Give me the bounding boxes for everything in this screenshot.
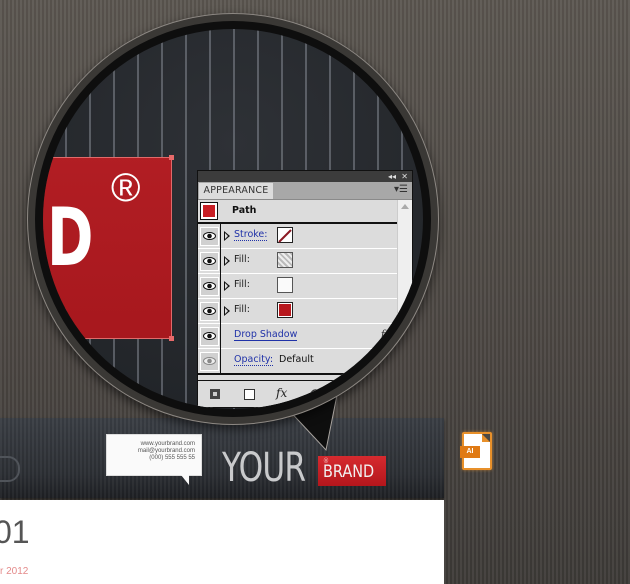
expand-triangle-icon[interactable]	[224, 306, 230, 316]
eye-icon	[203, 232, 216, 240]
file-fold	[482, 434, 490, 442]
clear-appearance-icon[interactable]	[310, 389, 321, 400]
drop-shadow-row[interactable]: Drop Shadow fx	[198, 324, 397, 349]
fill-row[interactable]: Fill:	[198, 274, 397, 299]
object-header-row[interactable]: Path	[198, 200, 397, 224]
registered-mark-large: ®	[111, 166, 141, 210]
close-panel-icon[interactable]: ✕	[401, 171, 408, 182]
fill-label: Fill:	[234, 254, 250, 265]
document-number: 01	[0, 514, 30, 550]
contact-email: mail@yourbrand.com	[137, 448, 195, 454]
document-page: 01 r 2012	[0, 500, 444, 584]
stroke-none-swatch[interactable]	[277, 227, 293, 243]
visibility-toggle[interactable]	[200, 252, 219, 271]
contact-phone: (000) 555 555 55	[149, 455, 195, 461]
texture-fill-swatch[interactable]	[277, 252, 293, 268]
tab-appearance[interactable]: APPEARANCE	[199, 183, 273, 199]
add-new-stroke-icon[interactable]	[210, 389, 220, 399]
fill-label: Fill:	[234, 304, 250, 315]
transparent-fill-swatch[interactable]	[277, 277, 293, 293]
fx-icon[interactable]: fx	[381, 328, 391, 341]
magnified-view: D ® ◂◂ ✕ APPEARANCE ▾☰ Path Stroke: Fill…	[43, 29, 423, 409]
expand-triangle-icon[interactable]	[224, 256, 230, 266]
eye-icon	[203, 282, 216, 290]
selection-handle[interactable]	[169, 336, 174, 341]
magnified-brand-block[interactable]: D ®	[43, 155, 174, 341]
panel-menu-icon[interactable]: ▾☰	[394, 184, 408, 195]
fill-label: Fill:	[234, 279, 250, 290]
add-new-effect-icon[interactable]: fx	[276, 386, 287, 400]
visibility-toggle[interactable]	[200, 327, 219, 346]
eye-icon	[203, 357, 216, 365]
expand-triangle-icon[interactable]	[224, 231, 230, 241]
collapse-panel-icon[interactable]: ◂◂	[388, 171, 396, 182]
appearance-rows: Path Stroke: Fill: Fill: Fill: Drop Shad…	[198, 200, 397, 375]
stroke-label[interactable]: Stroke:	[234, 229, 268, 241]
contact-card: www.yourbrand.com mail@yourbrand.com (00…	[106, 434, 202, 485]
visibility-toggle[interactable]	[200, 302, 219, 321]
visibility-toggle[interactable]	[200, 352, 219, 371]
search-ring-shape	[0, 456, 20, 482]
page-header-bar: www.yourbrand.com mail@yourbrand.com (00…	[0, 418, 444, 498]
eye-icon	[203, 257, 216, 265]
red-fill-swatch[interactable]	[277, 302, 293, 318]
selection-handle[interactable]	[169, 155, 174, 160]
fill-row[interactable]: Fill:	[198, 249, 397, 274]
opacity-value: Default	[279, 354, 314, 365]
visibility-toggle[interactable]	[200, 227, 219, 246]
object-title: Path	[232, 205, 257, 216]
eye-icon	[203, 332, 216, 340]
panel-titlebar[interactable]: ◂◂ ✕	[198, 171, 412, 182]
file-type-label: AI	[460, 446, 480, 458]
expand-triangle-icon[interactable]	[224, 281, 230, 291]
panel-footer: fx	[198, 380, 412, 407]
eye-icon	[203, 307, 216, 315]
opacity-link[interactable]: Opacity:	[234, 354, 274, 366]
ai-file-icon[interactable]: AI	[460, 430, 492, 470]
brand-letter: D	[47, 191, 94, 284]
scroll-up-icon[interactable]	[401, 204, 409, 209]
opacity-row[interactable]: Opacity: Default	[198, 349, 397, 375]
magnifier-lens: D ® ◂◂ ✕ APPEARANCE ▾☰ Path Stroke: Fill…	[27, 13, 439, 425]
drop-shadow-link[interactable]: Drop Shadow	[234, 329, 298, 341]
fill-row[interactable]: Fill:	[198, 299, 397, 324]
object-thumbnail	[200, 202, 218, 220]
panel-tab-row: APPEARANCE ▾☰	[198, 182, 412, 200]
contact-website: www.yourbrand.com	[140, 441, 195, 447]
add-new-fill-icon[interactable]	[244, 389, 255, 400]
stroke-row[interactable]: Stroke:	[198, 224, 397, 249]
visibility-toggle[interactable]	[200, 277, 219, 296]
appearance-panel: ◂◂ ✕ APPEARANCE ▾☰ Path Stroke: Fill: Fi…	[197, 170, 413, 408]
panel-scrollbar[interactable]	[397, 200, 412, 370]
document-date: r 2012	[0, 566, 29, 577]
